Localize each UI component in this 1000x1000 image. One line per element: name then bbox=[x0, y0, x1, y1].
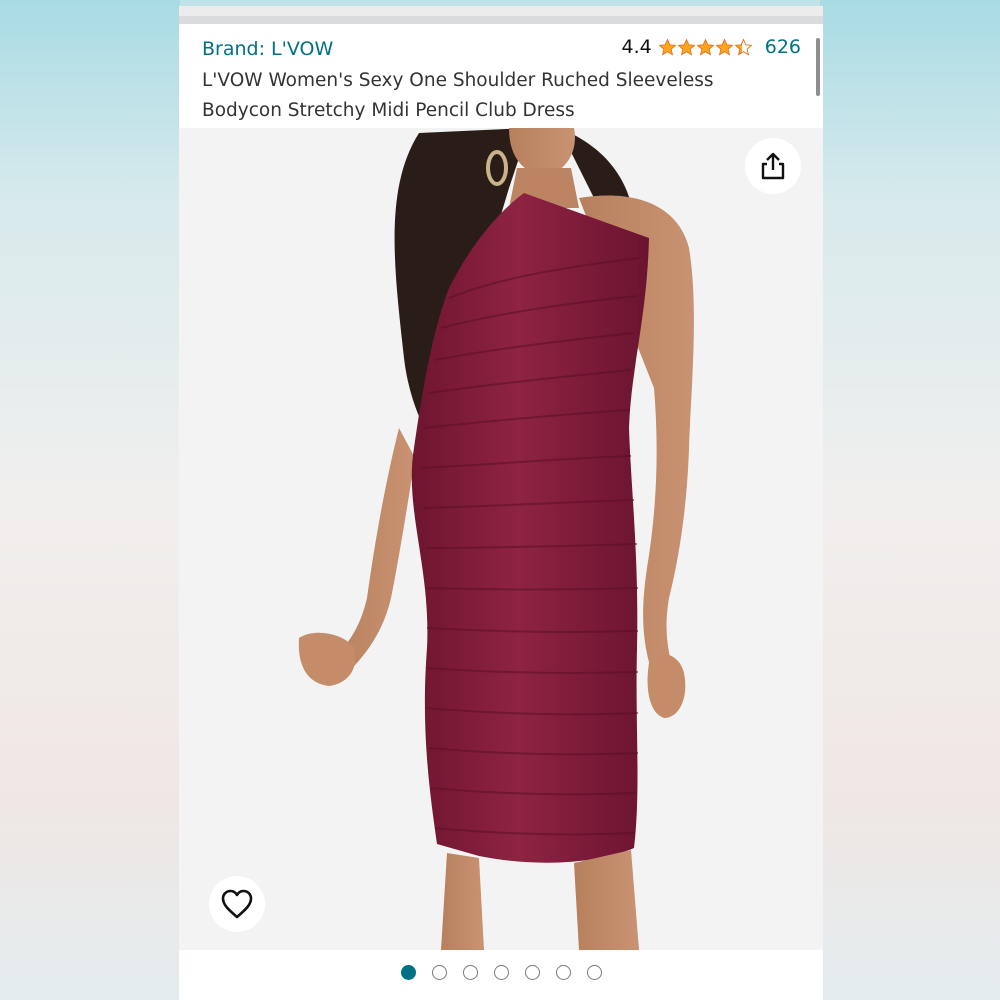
star-icon bbox=[734, 37, 753, 57]
star-rating bbox=[658, 37, 753, 57]
carousel-dot[interactable] bbox=[400, 964, 416, 980]
carousel-dot[interactable] bbox=[586, 964, 602, 980]
product-header: Brand: L'VOW 4.4 626 L'VOW Women's Sexy … bbox=[179, 24, 823, 128]
heart-icon bbox=[221, 889, 253, 919]
top-strip bbox=[179, 6, 823, 24]
carousel-dot[interactable] bbox=[462, 964, 478, 980]
product-title: L'VOW Women's Sexy One Shoulder Ruched S… bbox=[202, 70, 714, 121]
scrollbar[interactable] bbox=[816, 38, 820, 96]
legs bbox=[441, 853, 484, 950]
product-image[interactable] bbox=[179, 128, 823, 950]
wishlist-button[interactable] bbox=[209, 876, 265, 932]
star-icon bbox=[696, 37, 715, 57]
carousel-dot[interactable] bbox=[493, 964, 509, 980]
star-icon bbox=[715, 37, 734, 57]
image-carousel-indicator[interactable] bbox=[179, 960, 823, 984]
carousel-dot[interactable] bbox=[524, 964, 540, 980]
background-blur-left bbox=[0, 0, 180, 1000]
carousel-dot[interactable] bbox=[555, 964, 571, 980]
star-icon bbox=[658, 37, 677, 57]
product-screen: Brand: L'VOW 4.4 626 L'VOW Women's Sexy … bbox=[179, 6, 823, 1000]
rating-summary[interactable]: 4.4 626 bbox=[622, 36, 801, 58]
background-blur-right bbox=[820, 0, 1000, 1000]
star-icon bbox=[677, 37, 696, 57]
review-count-link[interactable]: 626 bbox=[765, 36, 801, 58]
share-icon bbox=[761, 152, 785, 180]
carousel-dot[interactable] bbox=[431, 964, 447, 980]
product-photo bbox=[298, 128, 694, 950]
burgundy-dress bbox=[411, 193, 649, 863]
rating-value: 4.4 bbox=[621, 36, 652, 58]
brand-link[interactable]: Brand: L'VOW bbox=[202, 38, 333, 60]
share-button[interactable] bbox=[745, 138, 801, 194]
